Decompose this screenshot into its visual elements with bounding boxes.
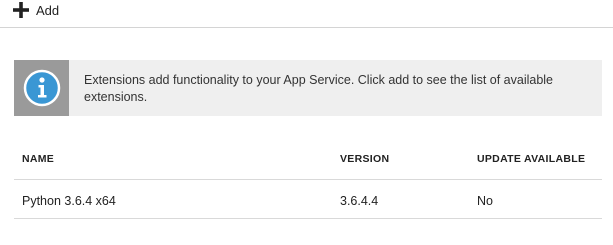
info-banner: Extensions add functionality to your App… xyxy=(14,60,602,116)
extension-version: 3.6.4.4 xyxy=(340,194,379,208)
column-header-version[interactable]: VERSION xyxy=(340,153,389,165)
add-button-label: Add xyxy=(36,2,60,18)
extensions-table: NAME VERSION UPDATE AVAILABLE Python 3.6… xyxy=(14,140,602,219)
info-banner-text: Extensions add functionality to your App… xyxy=(84,73,554,104)
info-icon xyxy=(23,69,60,107)
add-button[interactable]: Add xyxy=(12,0,59,20)
table-header: NAME VERSION UPDATE AVAILABLE xyxy=(14,140,602,180)
info-icon-container xyxy=(14,60,69,116)
extension-name: Python 3.6.4 x64 xyxy=(22,194,116,208)
extensions-page: Add Extensions add functionality to your… xyxy=(0,0,613,245)
plus-icon xyxy=(13,2,29,18)
table-row[interactable]: Python 3.6.4 x64 3.6.4.4 No xyxy=(14,180,602,219)
column-header-update-available[interactable]: UPDATE AVAILABLE xyxy=(477,153,585,165)
extension-update-available: No xyxy=(477,194,493,208)
column-header-name[interactable]: NAME xyxy=(22,153,54,165)
toolbar: Add xyxy=(0,0,613,28)
